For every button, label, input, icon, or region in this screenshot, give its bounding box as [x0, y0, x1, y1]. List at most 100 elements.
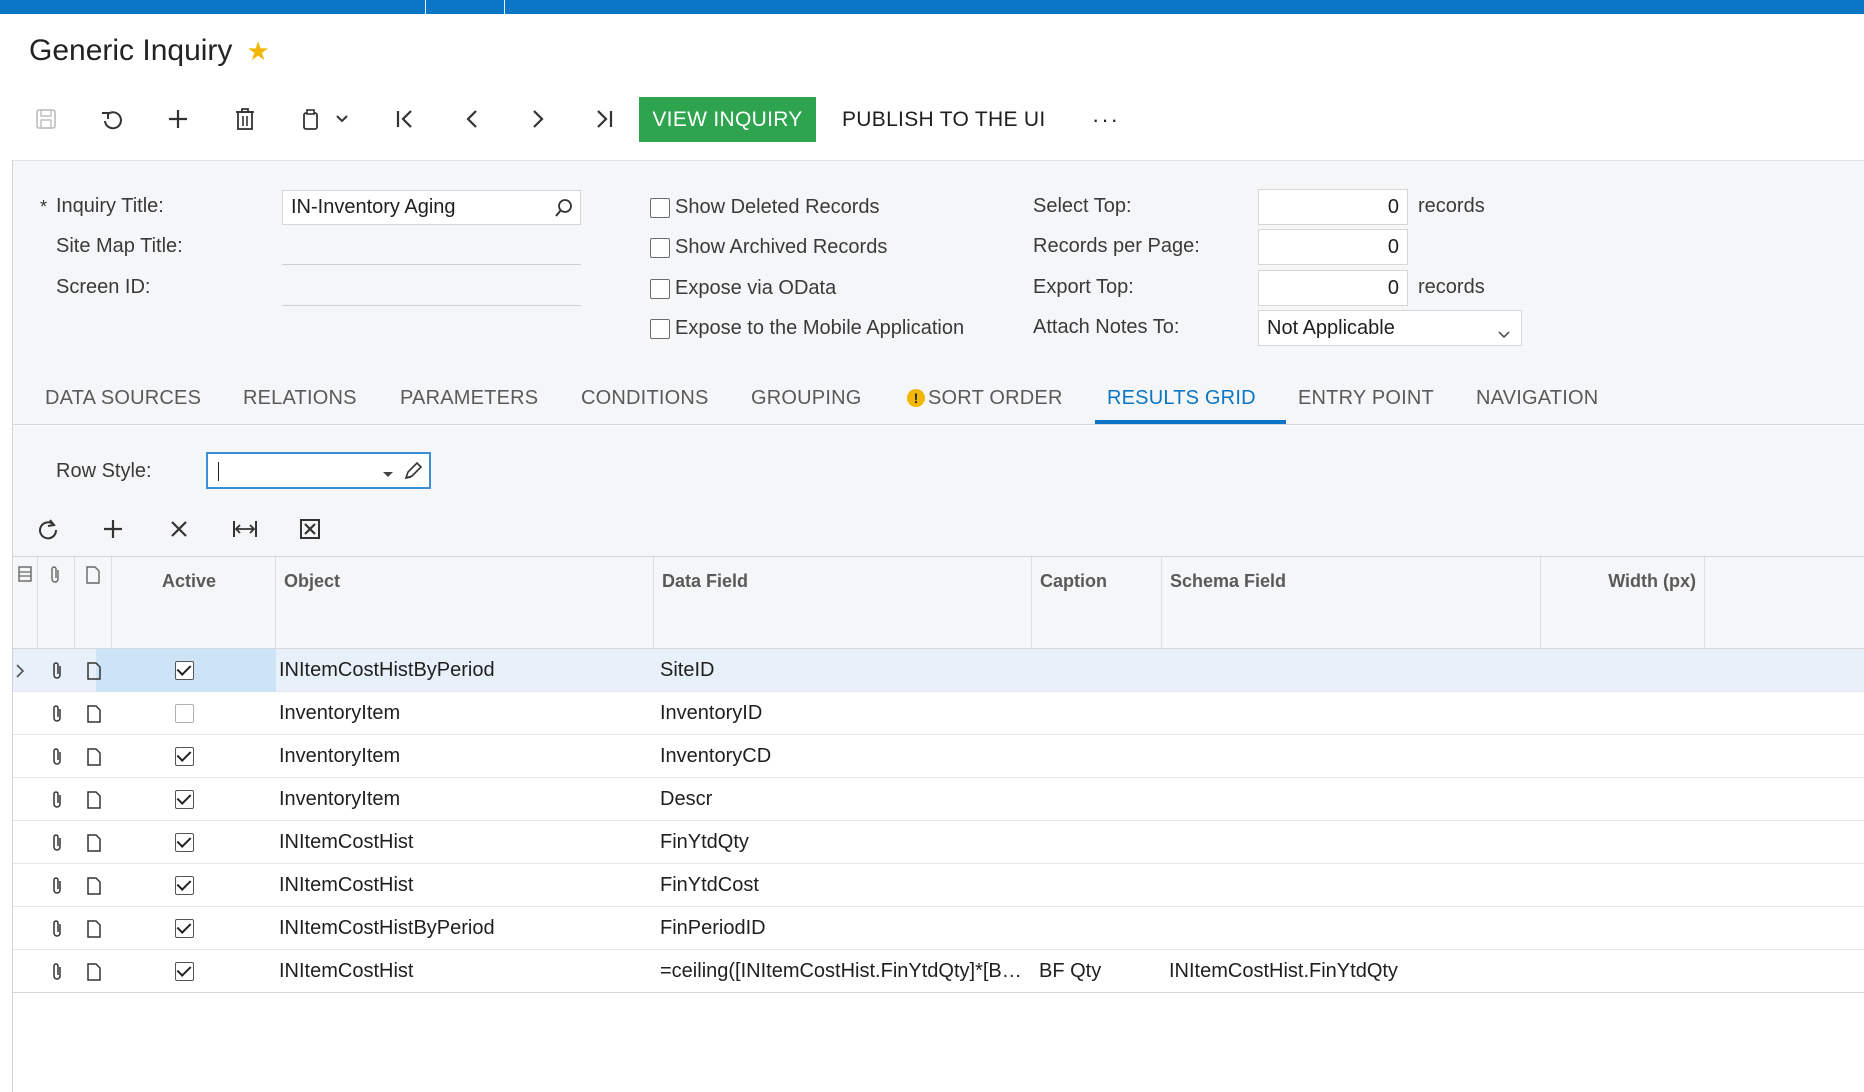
table-row[interactable]: InventoryItem Descr: [13, 778, 1864, 821]
object-cell[interactable]: InventoryItem: [279, 778, 649, 821]
edit-pencil-icon[interactable]: [402, 460, 424, 487]
caption-cell[interactable]: [1039, 692, 1159, 735]
active-checkbox[interactable]: [175, 790, 194, 809]
table-row[interactable]: INItemCostHistByPeriod SiteID: [13, 649, 1864, 692]
object-cell[interactable]: InventoryItem: [279, 735, 649, 778]
object-cell[interactable]: INItemCostHist: [279, 821, 649, 864]
view-inquiry-button[interactable]: VIEW INQUIRY: [639, 97, 816, 142]
attachment-icon[interactable]: [42, 864, 72, 907]
tab-conditions[interactable]: CONDITIONS: [581, 372, 709, 424]
tab-results-grid[interactable]: RESULTS GRID: [1107, 372, 1256, 424]
export-excel-icon[interactable]: [292, 511, 328, 547]
active-checkbox[interactable]: [175, 661, 194, 680]
schema-field-cell[interactable]: [1169, 649, 1539, 692]
last-record-icon[interactable]: [586, 96, 622, 142]
first-record-icon[interactable]: [387, 96, 423, 142]
table-row[interactable]: InventoryItem InventoryCD: [13, 735, 1864, 778]
object-cell[interactable]: InventoryItem: [279, 692, 649, 735]
object-cell[interactable]: INItemCostHist: [279, 864, 649, 907]
column-header-data-field[interactable]: Data Field: [654, 557, 1032, 650]
table-row[interactable]: INItemCostHist FinYtdCost: [13, 864, 1864, 907]
chevron-down-icon[interactable]: [1497, 323, 1511, 346]
add-icon[interactable]: [160, 96, 196, 142]
tab-data-sources[interactable]: DATA SOURCES: [45, 372, 201, 424]
data-field-cell[interactable]: InventoryCD: [660, 735, 1030, 778]
fit-columns-icon[interactable]: [227, 511, 263, 547]
save-icon[interactable]: [28, 96, 64, 142]
tab-entry-point[interactable]: ENTRY POINT: [1298, 372, 1434, 424]
schema-field-cell[interactable]: [1169, 735, 1539, 778]
row-style-input[interactable]: [206, 452, 431, 489]
caption-cell[interactable]: [1039, 864, 1159, 907]
undo-icon[interactable]: [94, 96, 130, 142]
attachment-icon[interactable]: [42, 735, 72, 778]
screen-id-field[interactable]: [282, 305, 581, 306]
delete-icon[interactable]: [227, 96, 263, 142]
note-icon[interactable]: [79, 821, 109, 864]
checkbox-box[interactable]: [650, 318, 670, 339]
delete-row-icon[interactable]: [161, 511, 197, 547]
select-top-input[interactable]: 0: [1258, 189, 1408, 225]
export-top-input[interactable]: 0: [1258, 270, 1408, 306]
active-checkbox[interactable]: [175, 747, 194, 766]
schema-field-cell[interactable]: [1169, 821, 1539, 864]
row-expand-chevron-icon[interactable]: [15, 649, 35, 692]
previous-record-icon[interactable]: [454, 96, 490, 142]
table-row[interactable]: INItemCostHist =ceiling([INItemCostHist.F…: [13, 950, 1864, 993]
attachment-icon[interactable]: [42, 778, 72, 821]
copy-paste-icon[interactable]: [293, 96, 329, 142]
attach-notes-select[interactable]: Not Applicable: [1258, 310, 1522, 346]
active-checkbox[interactable]: [175, 919, 194, 938]
chevron-down-icon[interactable]: [332, 96, 352, 142]
data-field-cell[interactable]: SiteID: [660, 649, 1030, 692]
publish-to-ui-button[interactable]: PUBLISH TO THE UI: [842, 97, 1046, 142]
records-per-page-input[interactable]: 0: [1258, 229, 1408, 265]
object-cell[interactable]: INItemCostHist: [279, 950, 649, 993]
note-icon[interactable]: [79, 778, 109, 821]
inquiry-title-field[interactable]: IN-Inventory Aging: [282, 190, 581, 225]
tab-grouping[interactable]: GROUPING: [751, 372, 862, 424]
data-field-cell[interactable]: InventoryID: [660, 692, 1030, 735]
attachment-icon[interactable]: [42, 950, 72, 993]
tab-parameters[interactable]: PARAMETERS: [400, 372, 538, 424]
table-row[interactable]: INItemCostHist FinYtdQty: [13, 821, 1864, 864]
attachment-icon[interactable]: [42, 649, 72, 692]
note-icon[interactable]: [79, 907, 109, 950]
data-field-cell[interactable]: FinYtdCost: [660, 864, 1030, 907]
active-checkbox[interactable]: [175, 876, 194, 895]
caption-cell[interactable]: BF Qty: [1039, 950, 1159, 993]
caption-cell[interactable]: [1039, 735, 1159, 778]
search-icon[interactable]: [554, 198, 574, 224]
active-checkbox[interactable]: [175, 962, 194, 981]
data-field-cell[interactable]: FinYtdQty: [660, 821, 1030, 864]
more-actions-button[interactable]: ···: [1092, 97, 1120, 142]
tab-sort-order[interactable]: ! SORT ORDER: [907, 372, 1063, 424]
dropdown-arrow-icon[interactable]: [382, 466, 394, 484]
table-row[interactable]: InventoryItem InventoryID: [13, 692, 1864, 735]
data-field-cell[interactable]: Descr: [660, 778, 1030, 821]
next-record-icon[interactable]: [520, 96, 556, 142]
note-icon[interactable]: [79, 735, 109, 778]
column-header-schema-field[interactable]: Schema Field: [1162, 557, 1541, 650]
column-header-width[interactable]: Width (px): [1541, 557, 1705, 650]
object-cell[interactable]: INItemCostHistByPeriod: [279, 907, 649, 950]
caption-cell[interactable]: [1039, 649, 1159, 692]
table-row[interactable]: INItemCostHistByPeriod FinPeriodID: [13, 907, 1864, 950]
attachment-icon[interactable]: [42, 821, 72, 864]
favorite-star-icon[interactable]: ★: [246, 36, 269, 67]
expose-mobile-checkbox[interactable]: Expose to the Mobile Application: [650, 317, 964, 340]
attachment-icon[interactable]: [42, 907, 72, 950]
caption-cell[interactable]: [1039, 907, 1159, 950]
data-field-cell[interactable]: FinPeriodID: [660, 907, 1030, 950]
note-icon[interactable]: [79, 864, 109, 907]
schema-field-cell[interactable]: [1169, 692, 1539, 735]
tab-relations[interactable]: RELATIONS: [243, 372, 357, 424]
show-deleted-records-checkbox[interactable]: Show Deleted Records: [650, 196, 880, 219]
show-archived-records-checkbox[interactable]: Show Archived Records: [650, 236, 887, 259]
note-icon[interactable]: [79, 692, 109, 735]
data-field-cell[interactable]: =ceiling([INItemCostHist.FinYtdQty]*[B…: [660, 950, 1030, 993]
column-header-object[interactable]: Object: [276, 557, 654, 650]
site-map-title-field[interactable]: [282, 264, 581, 265]
object-cell[interactable]: INItemCostHistByPeriod: [279, 649, 649, 692]
schema-field-cell[interactable]: INItemCostHist.FinYtdQty: [1169, 950, 1539, 993]
